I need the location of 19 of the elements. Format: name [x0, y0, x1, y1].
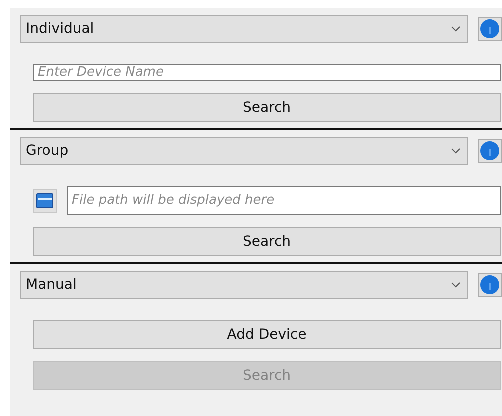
folder-button[interactable] [33, 188, 57, 212]
device-name-field[interactable]: Enter Device Name [33, 64, 501, 81]
folder-icon [36, 192, 54, 208]
mode-dropdown[interactable]: Manual [20, 271, 468, 299]
chevron-down-icon [451, 282, 461, 288]
info-icon [480, 141, 500, 161]
info-button[interactable] [478, 17, 502, 41]
info-button[interactable] [478, 273, 502, 297]
chevron-down-icon [451, 148, 461, 154]
info-button[interactable] [478, 139, 502, 163]
action-button[interactable]: Add Device [33, 320, 501, 349]
file-path-field[interactable]: File path will be displayed here [67, 186, 501, 215]
mode-dropdown[interactable]: Individual [20, 15, 468, 43]
action-button[interactable]: Search [33, 227, 501, 256]
chevron-down-icon [451, 26, 461, 32]
action-button[interactable]: Search [33, 93, 501, 122]
info-icon [480, 19, 500, 39]
mode-dropdown[interactable]: Group [20, 137, 468, 165]
info-icon [480, 275, 500, 295]
